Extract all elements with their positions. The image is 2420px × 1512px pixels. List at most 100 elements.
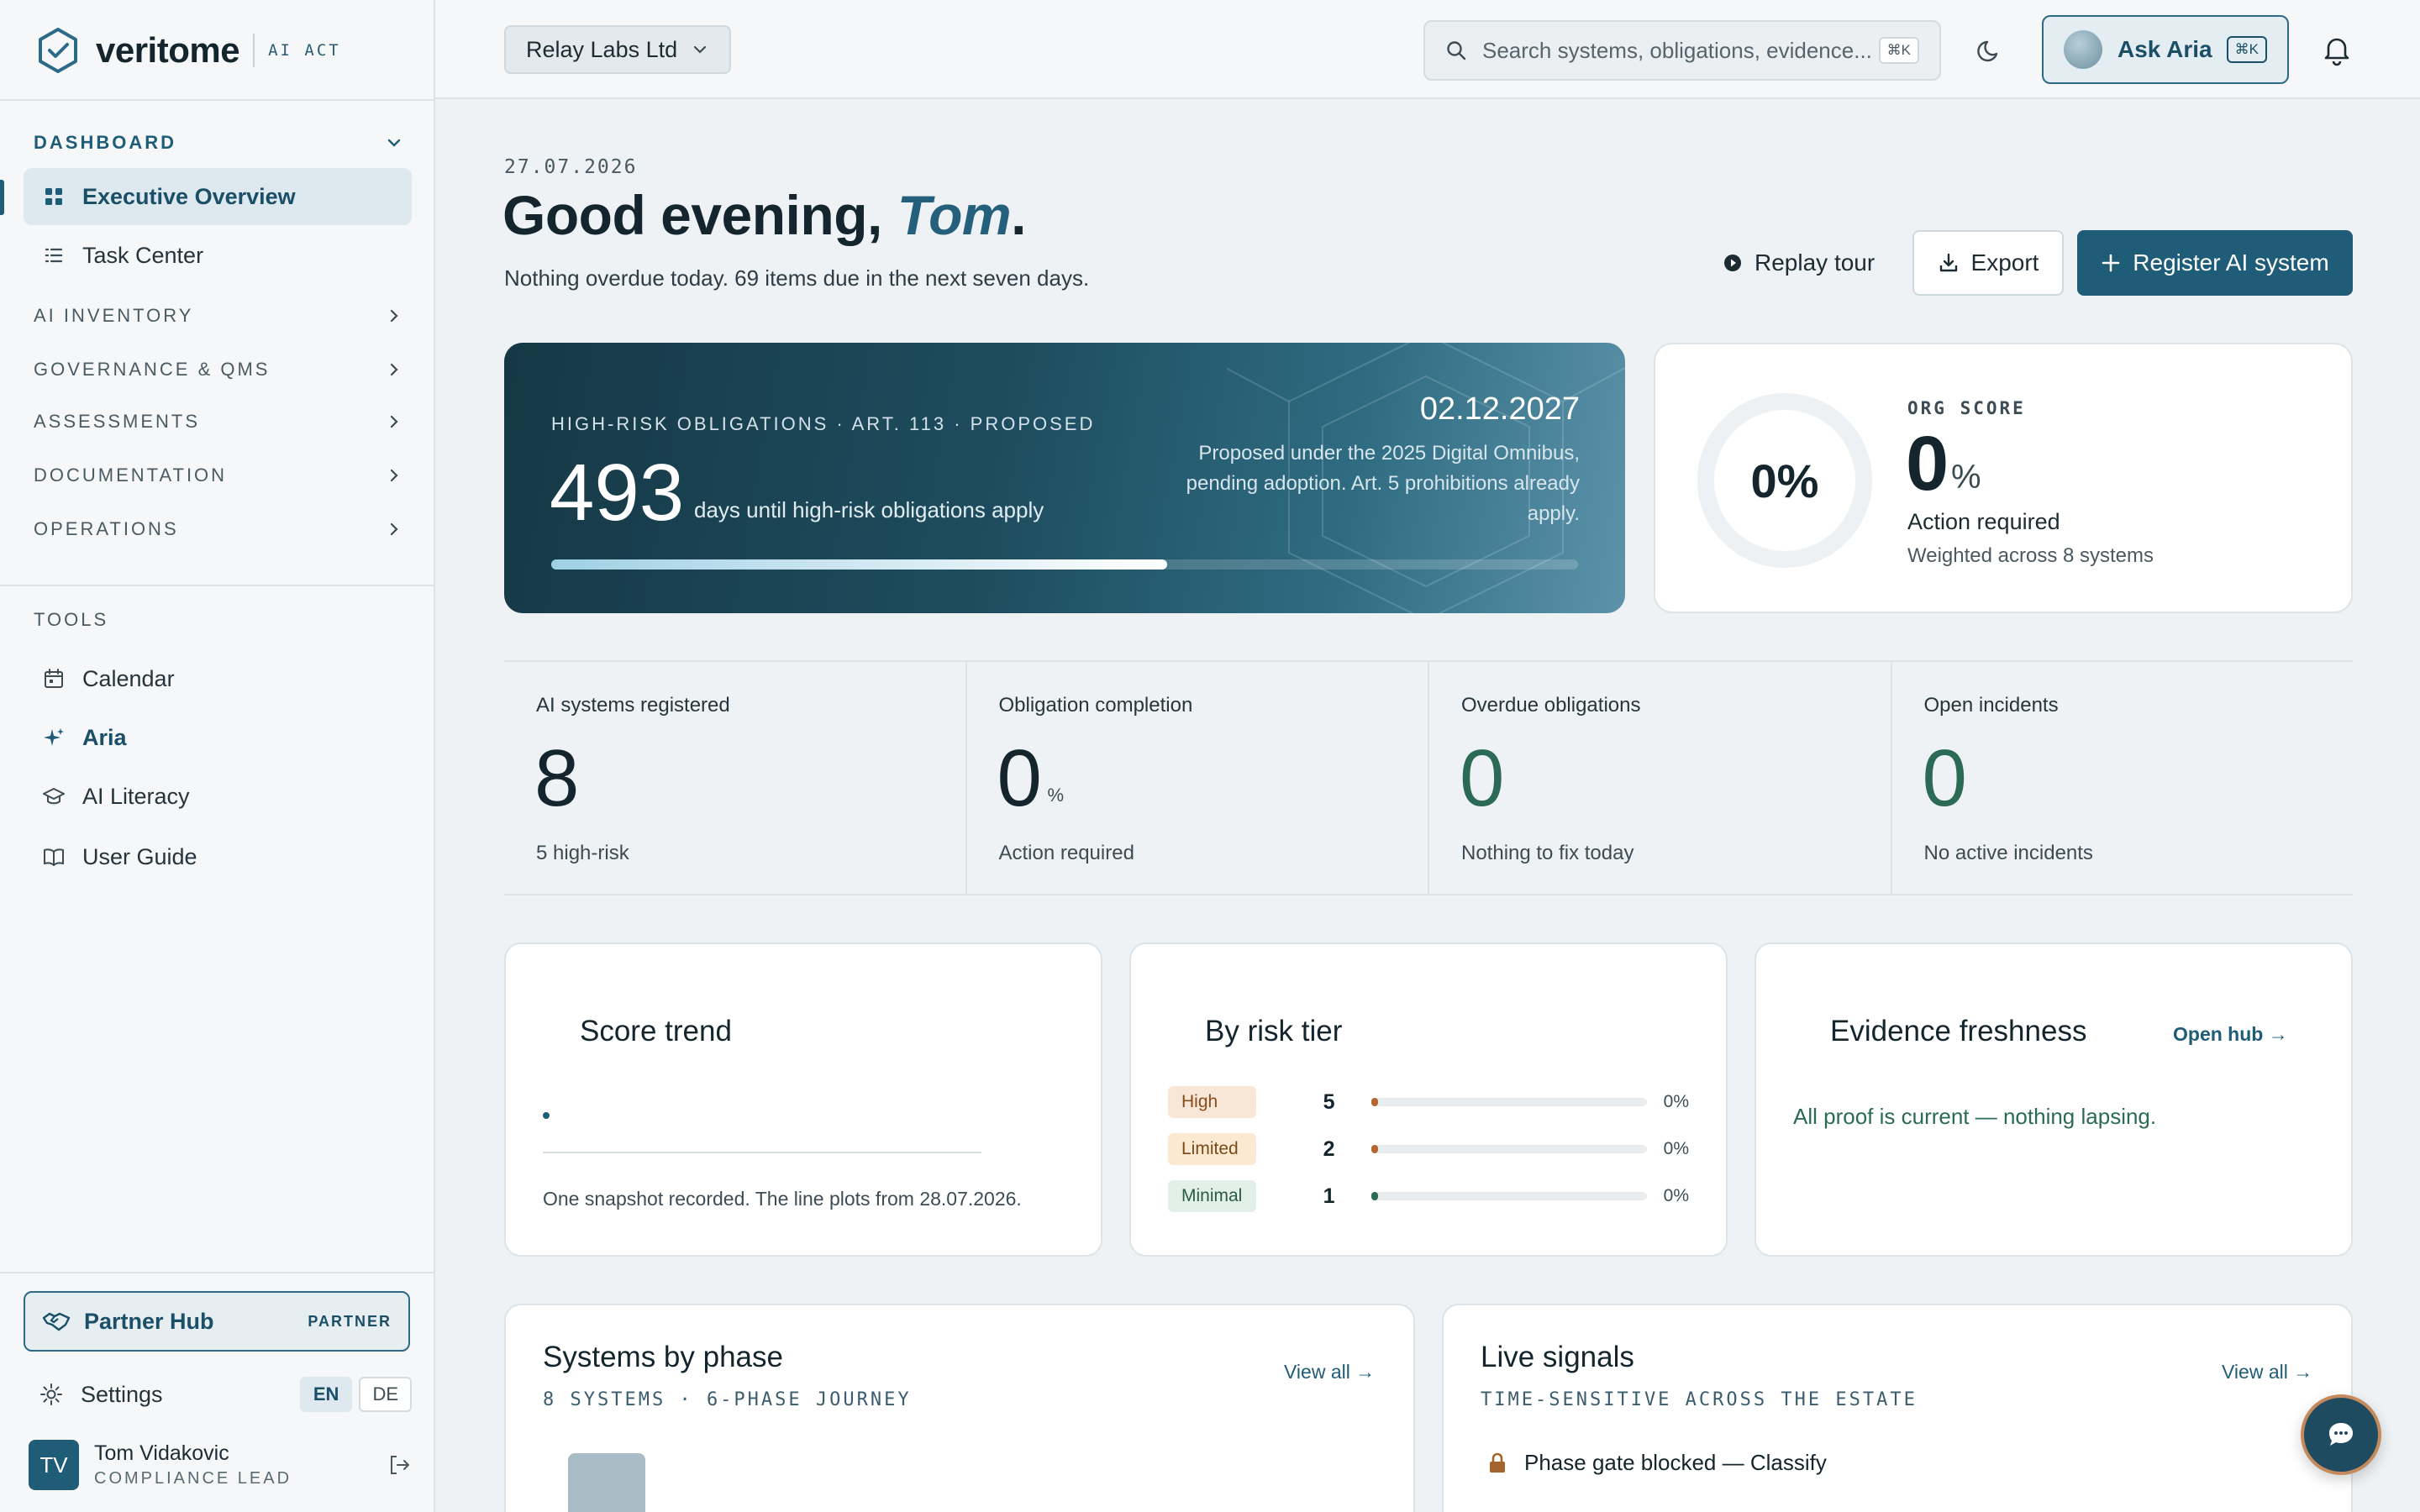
live-signals-card: Live signals View all → TIME-SENSITIVE A… bbox=[1442, 1304, 2353, 1512]
kpi-note: 5 high-risk bbox=[536, 842, 629, 864]
nav-item-label: Aria bbox=[82, 724, 127, 750]
countdown-card: HIGH-RISK OBLIGATIONS · ART. 113 · PROPO… bbox=[504, 343, 1625, 613]
risk-tier-row-limited[interactable]: Limited 2 0% bbox=[1168, 1131, 1689, 1168]
grid-icon bbox=[45, 188, 62, 205]
nav-item-aria[interactable]: Aria bbox=[24, 709, 412, 766]
sidebar: veritome AI ACT DASHBOARD Executive Over… bbox=[0, 0, 435, 1512]
search-shortcut: ⌘K bbox=[1878, 37, 1919, 64]
book-icon bbox=[44, 848, 64, 866]
signals-view-all-link[interactable]: View all → bbox=[2222, 1361, 2312, 1383]
gear-icon[interactable] bbox=[39, 1382, 64, 1407]
nav-item-label: User Guide bbox=[82, 843, 197, 869]
nav-section-documentation[interactable]: DOCUMENTATION bbox=[34, 459, 403, 492]
score-ring-label: 0% bbox=[1750, 454, 1819, 507]
evidence-note: All proof is current — nothing lapsing. bbox=[1793, 1104, 2157, 1129]
countdown-days: 493 bbox=[550, 448, 685, 538]
replay-tour-label: Replay tour bbox=[1754, 249, 1876, 276]
org-score-status: Action required bbox=[1907, 509, 2060, 534]
user-info: Tom Vidakovic COMPLIANCE LEAD bbox=[94, 1441, 387, 1488]
nav-section-label: DASHBOARD bbox=[34, 132, 176, 153]
calendar-icon bbox=[45, 669, 63, 688]
org-score-card: 0% ORG SCORE 0 % Action required Weighte… bbox=[1654, 343, 2353, 613]
plus-icon bbox=[2102, 254, 2120, 272]
card-title: Score trend bbox=[580, 1015, 732, 1047]
language-en-button[interactable]: EN bbox=[299, 1377, 353, 1412]
evidence-freshness-card: Evidence freshness Open hub → All proof … bbox=[1754, 942, 2353, 1257]
kpi-open-incidents[interactable]: Open incidents 0 No active incidents bbox=[1890, 662, 2354, 894]
greeting-summary: Nothing overdue today. 69 items due in t… bbox=[504, 265, 1090, 291]
kpi-label: AI systems registered bbox=[536, 694, 730, 717]
nav-section-label: AI INVENTORY bbox=[34, 305, 194, 326]
kpi-note: Action required bbox=[998, 842, 1134, 864]
org-score-value: 0 bbox=[1906, 421, 1949, 507]
avatar[interactable]: TV bbox=[29, 1440, 79, 1490]
risk-tier-row-minimal[interactable]: Minimal 1 0% bbox=[1168, 1178, 1689, 1215]
chevron-right-icon bbox=[390, 469, 398, 482]
countdown-kicker: HIGH-RISK OBLIGATIONS · ART. 113 · PROPO… bbox=[551, 413, 1096, 434]
nav-section-ai-inventory[interactable]: AI INVENTORY bbox=[34, 299, 403, 333]
nav-item-label: Task Center bbox=[82, 242, 204, 268]
open-hub-link[interactable]: Open hub → bbox=[2173, 1023, 2288, 1046]
nav-item-calendar[interactable]: Calendar bbox=[24, 650, 412, 707]
systems-by-phase-card: Systems by phase View all → 8 SYSTEMS · … bbox=[504, 1304, 1415, 1512]
settings-link[interactable]: Settings bbox=[81, 1382, 293, 1408]
risk-tier-fill bbox=[1371, 1145, 1379, 1153]
nav-item-task-center[interactable]: Task Center bbox=[24, 227, 412, 284]
chevron-right-icon bbox=[390, 309, 398, 323]
register-label: Register AI system bbox=[2133, 249, 2329, 276]
nav-section-operations[interactable]: OPERATIONS bbox=[34, 512, 403, 546]
card-title: Evidence freshness bbox=[1830, 1015, 2087, 1047]
language-de-button[interactable]: DE bbox=[359, 1377, 412, 1412]
kpi-note: Nothing to fix today bbox=[1461, 842, 1634, 864]
chat-fab-button[interactable] bbox=[2301, 1394, 2381, 1475]
phases-view-all-link[interactable]: View all → bbox=[1284, 1361, 1375, 1383]
signal-item[interactable]: Phase gate blocked — Classify bbox=[1487, 1450, 1827, 1476]
countdown-unit: days until high-risk obligations apply bbox=[694, 497, 1044, 522]
current-date: 27.07.2026 bbox=[504, 156, 638, 178]
user-role: COMPLIANCE LEAD bbox=[94, 1469, 292, 1488]
kpi-obligation-completion[interactable]: Obligation completion 0 % Action require… bbox=[965, 662, 1428, 894]
risk-tier-row-high[interactable]: High 5 0% bbox=[1168, 1084, 1689, 1121]
download-icon bbox=[1939, 253, 1957, 272]
kpi-ai-systems[interactable]: AI systems registered 8 5 high-risk bbox=[504, 662, 965, 894]
nav-section-governance-qms[interactable]: GOVERNANCE & QMS bbox=[34, 353, 403, 386]
active-indicator bbox=[0, 180, 4, 215]
brand[interactable]: veritome AI ACT bbox=[34, 25, 341, 76]
chevron-right-icon bbox=[390, 363, 398, 376]
play-circle-icon bbox=[1724, 255, 1741, 271]
replay-tour-button[interactable]: Replay tour bbox=[1723, 230, 1887, 296]
search-input[interactable] bbox=[1482, 37, 1879, 64]
nav-section-assessments[interactable]: ASSESSMENTS bbox=[34, 405, 403, 438]
logout-icon[interactable] bbox=[387, 1452, 412, 1478]
nav-section-dashboard[interactable]: DASHBOARD bbox=[34, 126, 403, 160]
signal-label: Phase gate blocked — Classify bbox=[1524, 1450, 1827, 1475]
risk-tier-bar bbox=[1371, 1192, 1647, 1200]
tools-heading: TOOLS bbox=[34, 609, 109, 630]
nav-section-label: ASSESSMENTS bbox=[34, 411, 201, 432]
ask-aria-button[interactable]: Ask Aria ⌘K bbox=[2042, 15, 2289, 84]
risk-tier-percent: 0% bbox=[1663, 1139, 1689, 1158]
export-label: Export bbox=[1970, 249, 2039, 276]
kpi-value: 8 bbox=[534, 733, 580, 823]
score-trend-card: Score trend One snapshot recorded. The l… bbox=[504, 942, 1102, 1257]
risk-tier-card: By risk tier High 5 0% Limited 2 0% Mini… bbox=[1129, 942, 1728, 1257]
export-button[interactable]: Export bbox=[1912, 230, 2064, 296]
phase-bar[interactable] bbox=[568, 1453, 645, 1512]
moon-icon[interactable] bbox=[1975, 35, 2005, 66]
partner-hub-button[interactable]: Partner Hub PARTNER bbox=[24, 1291, 410, 1352]
kpi-overdue-obligations[interactable]: Overdue obligations 0 Nothing to fix tod… bbox=[1428, 662, 1891, 894]
risk-tier-badge: Limited bbox=[1168, 1133, 1256, 1165]
chevron-down-icon bbox=[387, 139, 401, 147]
register-ai-system-button[interactable]: Register AI system bbox=[2077, 230, 2353, 296]
graduation-cap-icon bbox=[43, 788, 65, 805]
nav-item-user-guide[interactable]: User Guide bbox=[24, 828, 412, 885]
organization-name: Relay Labs Ltd bbox=[526, 36, 678, 62]
organization-select[interactable]: Relay Labs Ltd bbox=[504, 25, 731, 74]
chevron-right-icon bbox=[390, 415, 398, 428]
kpi-note: No active incidents bbox=[1923, 842, 2093, 864]
page-title: Good evening, Tom. bbox=[502, 183, 1026, 247]
bell-icon[interactable] bbox=[2319, 32, 2354, 67]
brand-divider bbox=[253, 34, 255, 67]
nav-item-executive-overview[interactable]: Executive Overview bbox=[24, 168, 412, 225]
nav-item-ai-literacy[interactable]: AI Literacy bbox=[24, 768, 412, 825]
